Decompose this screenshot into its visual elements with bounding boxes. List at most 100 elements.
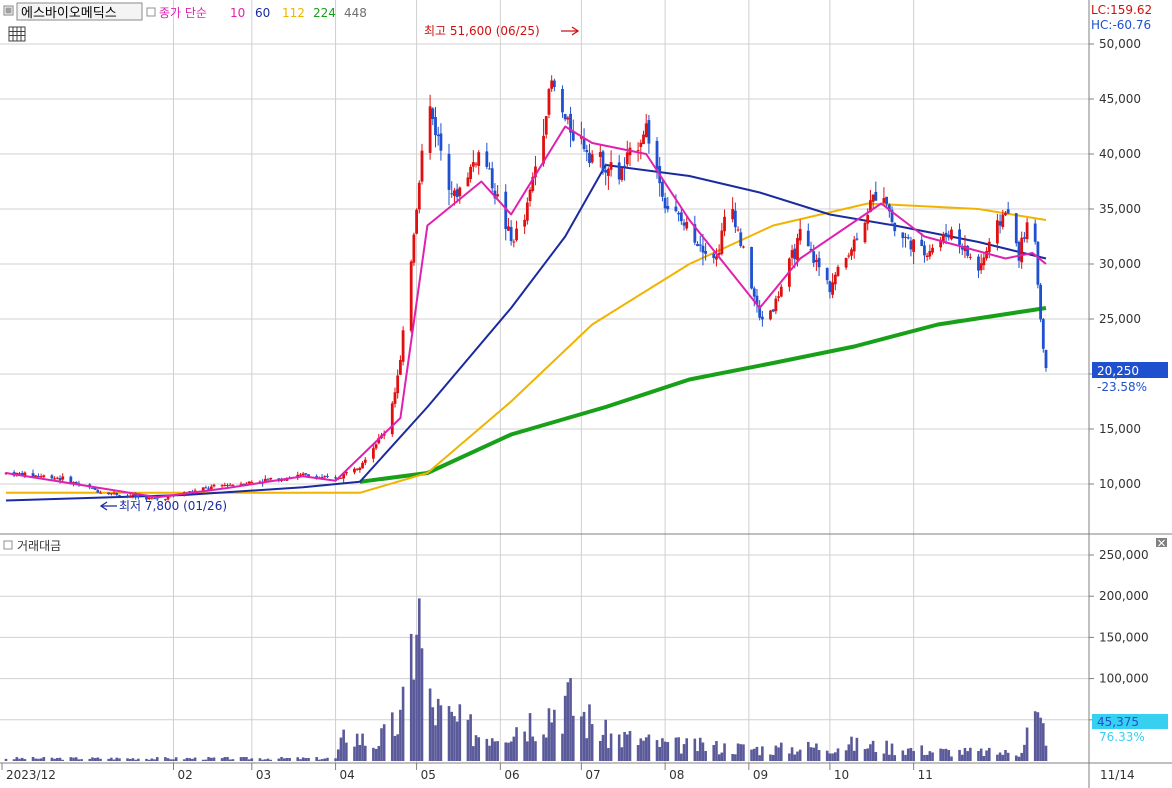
- candle-body: [920, 239, 924, 247]
- volume-bar: [885, 740, 888, 761]
- candle-body: [909, 240, 913, 250]
- volume-bar: [377, 745, 381, 761]
- candle-body: [550, 80, 554, 89]
- candle-body: [855, 238, 859, 240]
- price-tick-label: 50,000: [1099, 37, 1141, 51]
- candle-body: [904, 236, 907, 238]
- candle-body: [561, 89, 564, 113]
- volume-bar: [739, 744, 743, 761]
- volume-bar: [164, 757, 167, 761]
- volume-bar: [1004, 750, 1007, 761]
- volume-bar: [99, 758, 102, 761]
- volume-bar: [1044, 745, 1048, 761]
- volume-bar: [674, 737, 678, 761]
- volume-bar: [15, 757, 19, 761]
- candle-body: [852, 239, 856, 252]
- volume-bar: [318, 759, 321, 761]
- candle-body: [509, 227, 513, 242]
- candle-body: [674, 206, 678, 212]
- candle-body: [401, 330, 405, 362]
- candle-body: [661, 181, 664, 197]
- grid-icon[interactable]: [8, 26, 26, 42]
- volume-bar: [717, 754, 721, 761]
- volume-bar: [712, 745, 716, 761]
- candle-body: [1006, 209, 1010, 214]
- volume-bar: [434, 725, 437, 761]
- volume-bar: [779, 742, 783, 761]
- volume-bar: [188, 758, 191, 761]
- candle-body: [704, 250, 708, 254]
- candle-body: [585, 149, 589, 153]
- volume-bar: [326, 757, 329, 761]
- ma-settings-icon[interactable]: [146, 7, 156, 17]
- volume-bar: [115, 757, 119, 761]
- volume-bar: [380, 728, 383, 761]
- candle-body: [417, 182, 421, 210]
- volume-bar: [815, 743, 818, 761]
- volume-bar: [412, 679, 416, 761]
- volume-bar: [453, 716, 456, 761]
- volume-bar: [893, 755, 897, 761]
- volume-bar: [12, 759, 16, 761]
- candle-body: [982, 257, 986, 266]
- volume-bar: [1014, 755, 1018, 761]
- candle-body: [912, 239, 916, 252]
- volume-bar: [299, 759, 302, 761]
- candle-body: [339, 477, 343, 479]
- volume-bar: [4, 758, 8, 761]
- candle-body: [439, 133, 443, 151]
- candle-body: [590, 154, 594, 163]
- volume-bar: [752, 748, 756, 761]
- candle-body: [107, 492, 111, 495]
- volume-bar: [666, 742, 670, 761]
- volume-bar: [250, 758, 254, 761]
- candle-body: [874, 191, 878, 201]
- volume-bar: [963, 747, 967, 761]
- candle-body: [844, 257, 848, 268]
- candle-body: [769, 310, 772, 320]
- current-date-label: 11/14: [1100, 768, 1135, 782]
- volume-bar: [307, 757, 310, 761]
- volume-bar: [261, 759, 264, 761]
- volume-panel-toggle-icon[interactable]: [3, 540, 13, 550]
- candle-body: [131, 494, 135, 496]
- candle-body: [323, 476, 327, 478]
- volume-bar: [1017, 756, 1021, 761]
- volume-bar: [74, 757, 78, 761]
- candle-body: [544, 116, 548, 135]
- volume-bar: [855, 737, 859, 761]
- volume-bar: [906, 748, 910, 761]
- price-tick-label: 45,000: [1099, 92, 1141, 106]
- volume-panel-close-icon[interactable]: [1156, 538, 1167, 547]
- volume-bar: [620, 747, 624, 761]
- volume-bar: [958, 749, 961, 761]
- volume-bar: [601, 734, 605, 761]
- volume-bar: [774, 745, 778, 761]
- volume-bar: [488, 745, 491, 761]
- candle-body: [847, 255, 851, 257]
- volume-bar: [469, 714, 472, 761]
- candle-body: [447, 153, 451, 190]
- volume-bar: [869, 744, 872, 761]
- stock-name-button[interactable]: 에스바이오메딕스: [16, 2, 143, 21]
- candle-body: [623, 165, 626, 167]
- volume-bar: [61, 759, 65, 761]
- candle-body: [390, 403, 394, 435]
- volume-bar: [798, 749, 802, 761]
- candle-body: [636, 150, 640, 152]
- price-tick-label: 25,000: [1099, 312, 1141, 326]
- volume-bar: [617, 734, 621, 761]
- volume-bar: [723, 743, 726, 761]
- candle-body: [496, 194, 500, 197]
- candle-body: [358, 467, 362, 470]
- volume-bar: [731, 754, 734, 761]
- volume-bar: [191, 758, 194, 761]
- candle-body: [37, 475, 40, 477]
- candle-body: [126, 495, 129, 497]
- candle-body: [363, 459, 367, 463]
- date-tick-label: 2023/12: [6, 768, 56, 782]
- candle-body: [796, 238, 799, 261]
- volume-bar: [20, 757, 24, 761]
- volume-bar: [850, 736, 853, 761]
- volume-bar: [193, 757, 197, 761]
